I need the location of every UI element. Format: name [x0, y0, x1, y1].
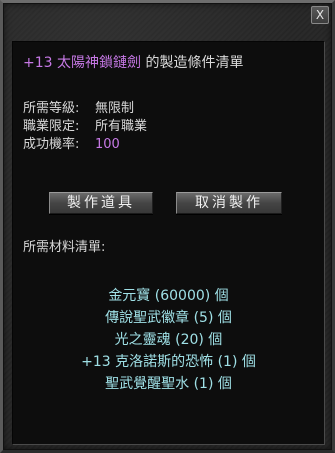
close-icon: X [315, 8, 325, 22]
material-item: 金元寶 (60000) 個 [108, 288, 229, 304]
required-level-value: 無限制 [95, 101, 135, 116]
cancel-crafting-button[interactable]: 取消製作 [176, 192, 282, 214]
success-rate-label: 成功機率: [23, 137, 80, 152]
crafting-window: X +13 太陽神鎖鏈劍 的製造條件清單 所需等級: 無限制 職業限定: 所有職… [0, 0, 335, 453]
title-suffix: 的製造條件清單 [141, 55, 244, 71]
item-name: +13 太陽神鎖鏈劍 [23, 55, 141, 71]
close-button[interactable]: X [311, 6, 329, 24]
panel-title: +13 太陽神鎖鏈劍 的製造條件清單 [23, 55, 243, 71]
material-item: 傳說聖武徽章 (5) 個 [105, 310, 232, 326]
required-level-label: 所需等級: [23, 101, 80, 116]
class-restriction-label: 職業限定: [23, 119, 80, 134]
class-restriction-value: 所有職業 [95, 119, 148, 134]
make-item-button[interactable]: 製作道具 [49, 192, 153, 214]
materials-heading: 所需材料清單: [23, 240, 106, 255]
material-item: +13 克洛諾斯的恐怖 (1) 個 [81, 354, 256, 370]
success-rate-value: 100 [95, 137, 120, 152]
material-item: 聖武覺醒聖水 (1) 個 [105, 376, 232, 392]
material-item: 光之靈魂 (20) 個 [114, 332, 223, 348]
crafting-conditions-panel: +13 太陽神鎖鏈劍 的製造條件清單 所需等級: 無限制 職業限定: 所有職業 … [12, 41, 325, 445]
